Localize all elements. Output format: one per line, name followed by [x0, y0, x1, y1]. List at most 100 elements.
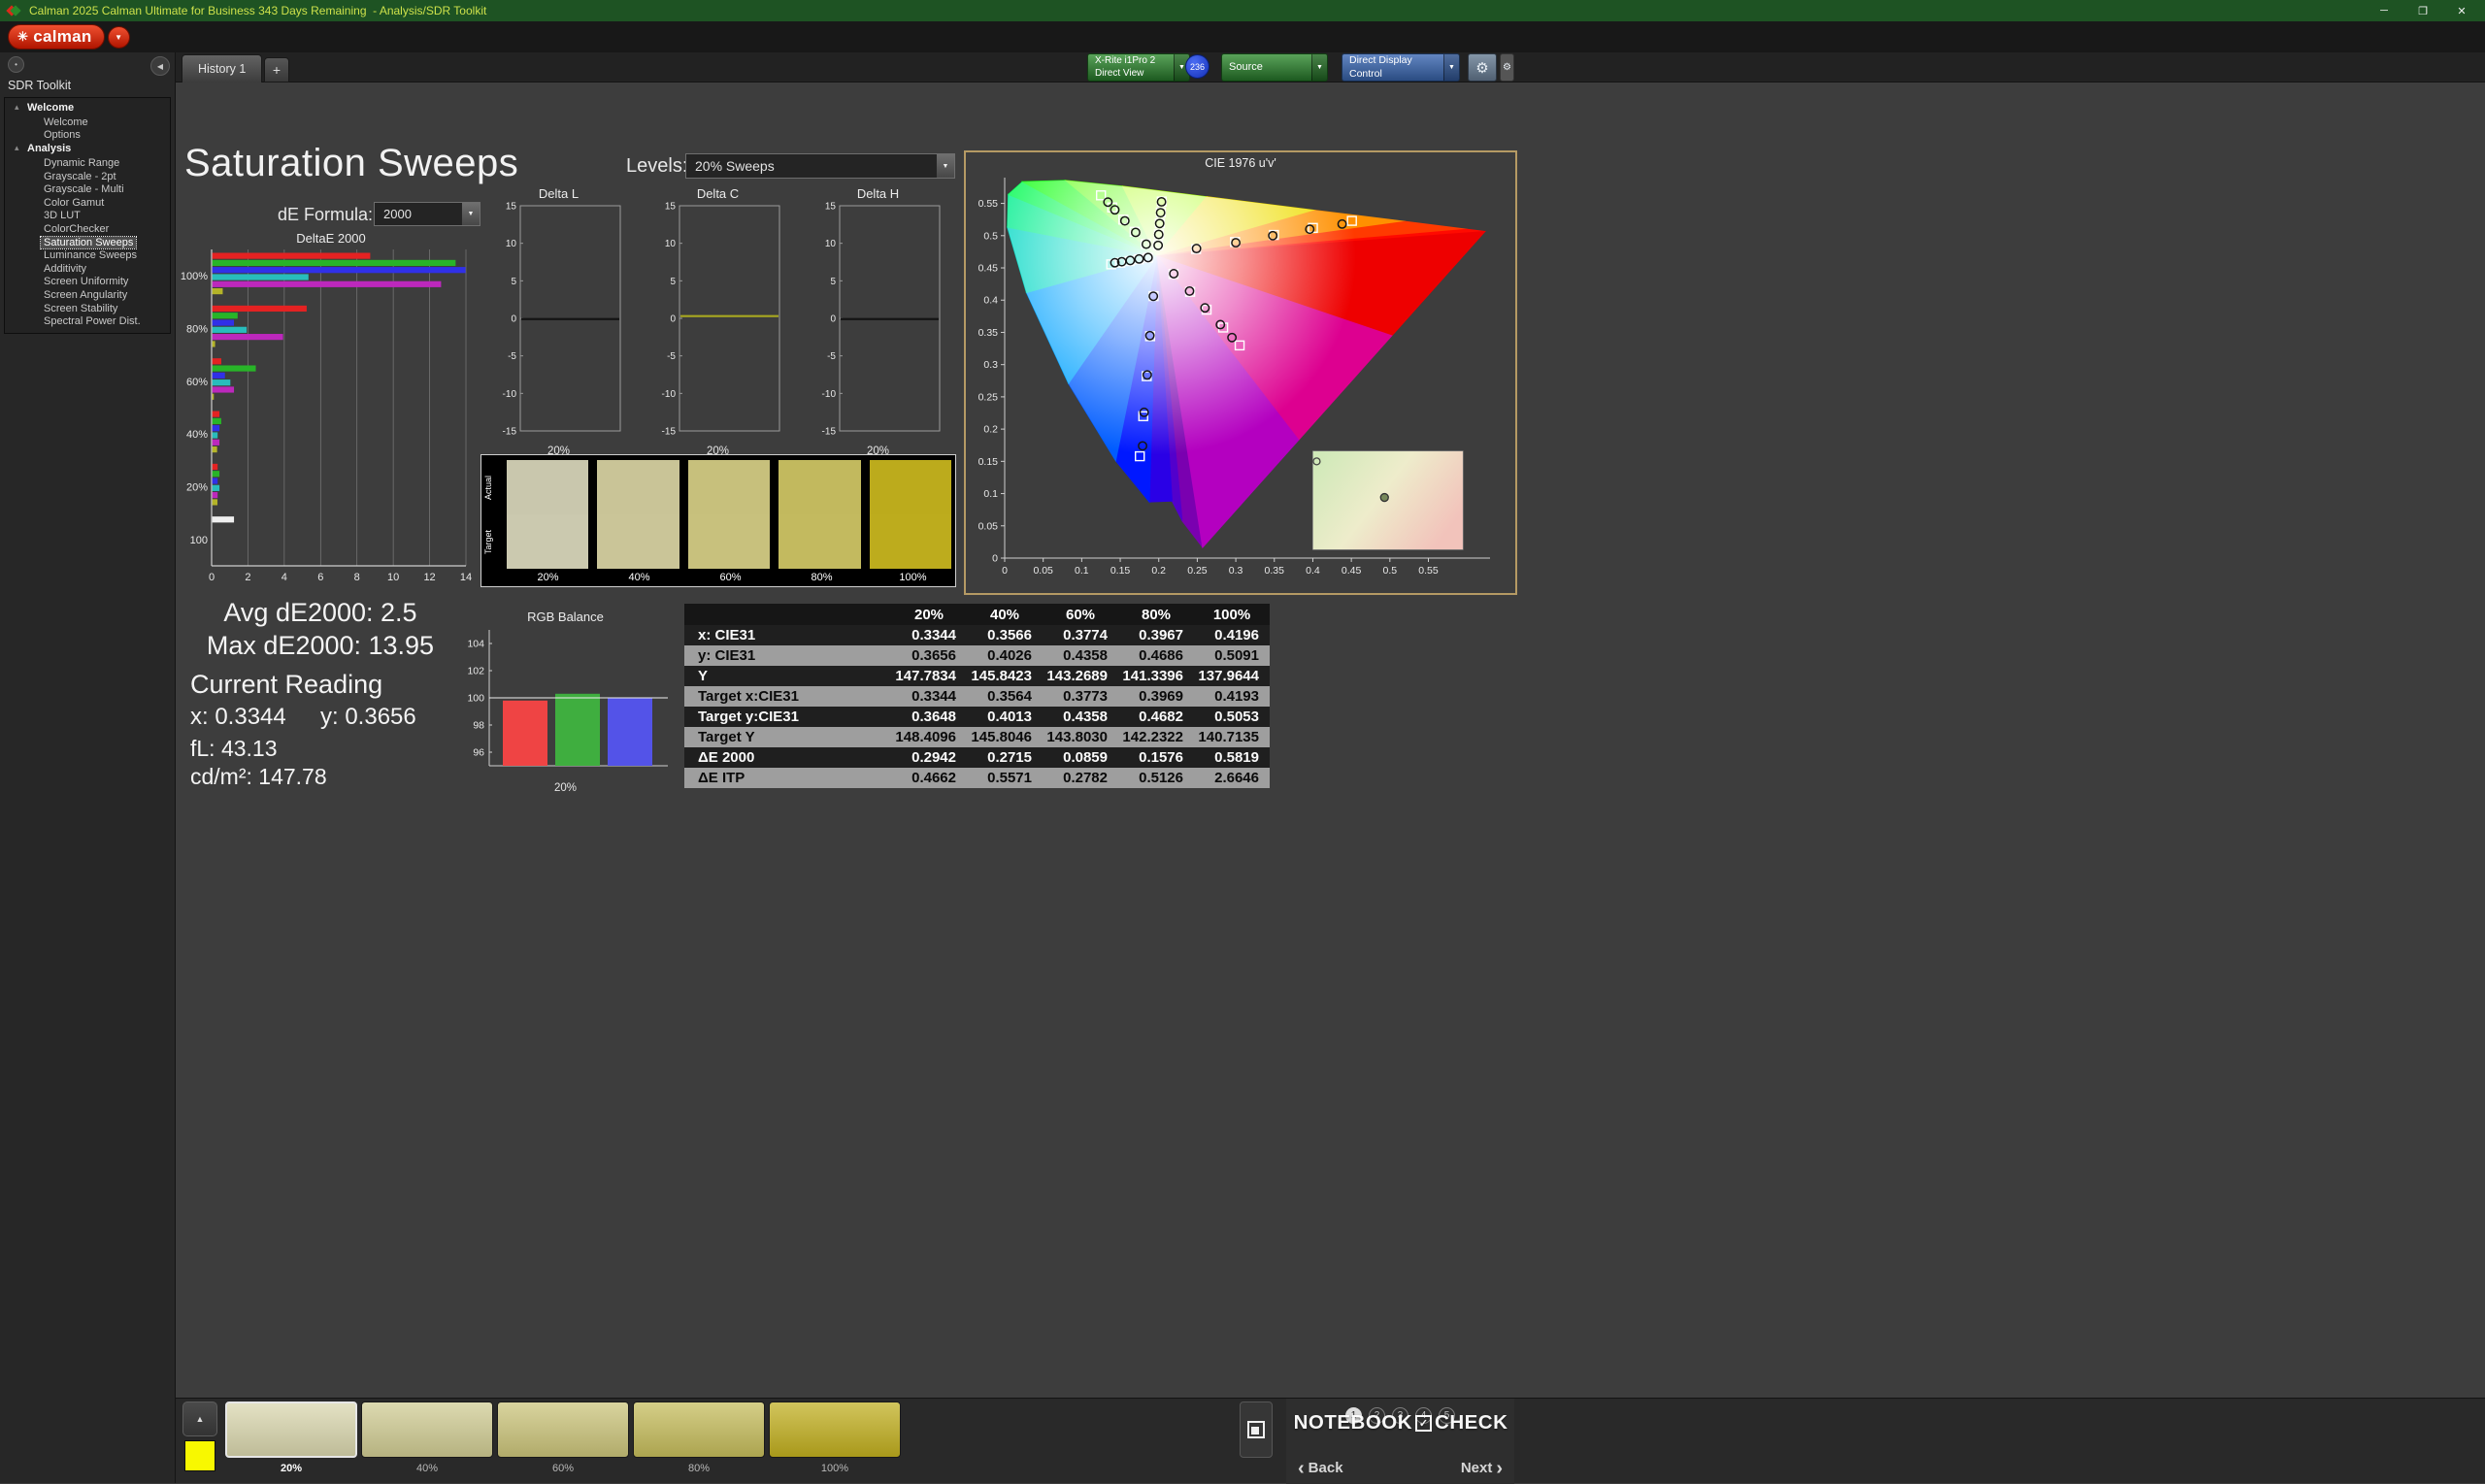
sidebar-item-grayscale-multi[interactable]: Grayscale - Multi [5, 182, 170, 196]
de-formula-select[interactable]: 2000 ▼ [374, 202, 480, 226]
avg-de2000: Avg dE2000: 2.5 [184, 598, 456, 628]
sweep-swatch-label: 40% [361, 1463, 493, 1474]
sidebar-item-3d-lut[interactable]: 3D LUT [5, 210, 170, 223]
tab-history-1[interactable]: History 1 [182, 54, 262, 82]
patch-level-labels: 20%40%60%80%100% [481, 572, 955, 583]
cie-chart-panel: CIE 1976 u'v' 000.050.050.10.10.150.150.… [964, 150, 1517, 595]
panel-menu-button[interactable]: • [8, 56, 24, 73]
table-cell: 0.2715 [967, 747, 1043, 768]
chevron-down-icon: ▼ [1311, 54, 1327, 81]
de-formula-label: dE Formula: [278, 205, 373, 225]
page-dot-2[interactable]: 2 [1369, 1407, 1385, 1424]
svg-text:0.35: 0.35 [1265, 565, 1285, 577]
calman-logo[interactable]: ✳ calman ▼ [8, 24, 130, 49]
svg-text:10: 10 [506, 239, 517, 249]
meter-dropdown[interactable]: X-Rite i1Pro 2 Direct View ▼ [1087, 53, 1190, 82]
layout-square-icon [1247, 1421, 1265, 1438]
minimize-button[interactable]: ─ [2365, 0, 2403, 21]
sweep-swatch-20[interactable] [225, 1402, 357, 1458]
reading-fl: fL: 43.13 [190, 736, 278, 762]
meter-label: X-Rite i1Pro 2 Direct View [1088, 55, 1174, 80]
actual-patch-swatch [688, 460, 770, 514]
page-dot-5[interactable]: 5 [1439, 1407, 1455, 1424]
table-cell: 0.2942 [891, 747, 967, 768]
svg-text:0.25: 0.25 [978, 391, 999, 403]
page-dot-1[interactable]: 1 [1345, 1407, 1362, 1424]
settings-gear-button[interactable]: ⚙ [1468, 53, 1497, 82]
table-cell: 0.2782 [1043, 768, 1118, 788]
display-control-dropdown[interactable]: Direct Display Control ▼ [1342, 53, 1460, 82]
max-de2000: Max dE2000: 13.95 [184, 631, 456, 661]
svg-text:0.55: 0.55 [978, 198, 999, 210]
table-cell: 0.3564 [967, 686, 1043, 707]
sidebar-item-colorchecker[interactable]: ColorChecker [5, 222, 170, 236]
patch-row-labels: ActualTarget [483, 460, 498, 569]
svg-text:40%: 40% [186, 429, 208, 441]
layout-toggle-button[interactable] [1240, 1402, 1273, 1458]
svg-text:5: 5 [670, 277, 676, 287]
sidebar-item-screen-uniformity[interactable]: Screen Uniformity [5, 276, 170, 289]
sidebar-item-options[interactable]: Options [5, 129, 170, 143]
sidebar-item-screen-stability[interactable]: Screen Stability [5, 302, 170, 315]
tree-group-welcome[interactable]: ▴Welcome [5, 101, 170, 115]
delta-c-title: Delta C [652, 186, 783, 201]
table-col-header: 80% [1118, 604, 1194, 625]
target-patch-swatch [507, 514, 588, 569]
rgb-chart-svg: 1041021009896 [456, 624, 675, 775]
maximize-button[interactable]: ❐ [2403, 0, 2442, 21]
page-dot-4[interactable]: 4 [1415, 1407, 1432, 1424]
svg-text:15: 15 [665, 202, 677, 213]
sidebar-item-luminance-sweeps[interactable]: Luminance Sweeps [5, 248, 170, 262]
sidebar-item-dynamic-range[interactable]: Dynamic Range [5, 156, 170, 170]
sweep-swatch-40[interactable] [361, 1402, 493, 1458]
bottom-bar: ▲ 12345 ‹ Back Next › NOTEBOOK ✓ CHECK 2… [176, 1398, 2485, 1483]
patch-comparison-panel: ActualTarget 20%40%60%80%100% [480, 454, 956, 587]
svg-text:0.25: 0.25 [1187, 565, 1208, 577]
sidebar-item-color-gamut[interactable]: Color Gamut [5, 196, 170, 210]
settings-gear-small-button[interactable]: ⚙ [1500, 53, 1514, 82]
sidebar-item-additivity[interactable]: Additivity [5, 262, 170, 276]
tree-group-label: Analysis [27, 143, 71, 154]
svg-text:-10: -10 [662, 389, 677, 400]
svg-text:0: 0 [830, 314, 836, 325]
table-cell: 0.3969 [1118, 686, 1194, 707]
back-button[interactable]: ‹ Back [1298, 1460, 1343, 1476]
sweep-swatch-80[interactable] [633, 1402, 765, 1458]
sidebar-item-spectral-power-dist[interactable]: Spectral Power Dist. [5, 314, 170, 328]
svg-text:0.5: 0.5 [983, 230, 998, 242]
patch-level-label: 80% [780, 572, 863, 583]
tree-group-analysis[interactable]: ▴Analysis [5, 142, 170, 156]
svg-text:98: 98 [473, 720, 484, 732]
table-row-label: Target Y [684, 727, 891, 747]
source-dropdown[interactable]: Source ▼ [1221, 53, 1328, 82]
sweep-swatch-60[interactable] [497, 1402, 629, 1458]
svg-text:60%: 60% [186, 377, 208, 388]
meter-count-badge: 236 [1185, 54, 1209, 79]
sidebar-item-screen-angularity[interactable]: Screen Angularity [5, 288, 170, 302]
sweep-swatch-label: 20% [225, 1463, 357, 1474]
table-cell: 0.3344 [891, 625, 967, 645]
svg-text:15: 15 [825, 202, 837, 213]
delta-h-title: Delta H [812, 186, 944, 201]
patch-popup-button[interactable]: ▲ [182, 1402, 217, 1436]
next-button[interactable]: Next › [1461, 1460, 1503, 1476]
close-button[interactable]: ✕ [2442, 0, 2481, 21]
sidebar-item-label: Welcome [41, 116, 91, 128]
sidebar-item-saturation-sweeps[interactable]: Saturation Sweeps [5, 236, 170, 249]
svg-text:10: 10 [825, 239, 837, 249]
deltae-chart-svg: 02468101214100%80%60%40%20%100 [181, 246, 481, 587]
add-tab-button[interactable]: + [264, 57, 289, 82]
tab-row: History 1 + [176, 52, 2485, 82]
sidebar-item-label: Screen Stability [41, 303, 120, 314]
levels-select[interactable]: 20% Sweeps ▼ [685, 153, 955, 179]
collapse-sidebar-button[interactable]: ◀ [150, 56, 170, 76]
page-dot-3[interactable]: 3 [1392, 1407, 1408, 1424]
calman-window: Calman 2025 Calman Ultimate for Business… [0, 0, 2485, 1483]
sweep-swatch-100[interactable] [769, 1402, 901, 1458]
results-table: 20%40%60%80%100%x: CIE310.33440.35660.37… [684, 604, 1270, 788]
sidebar-item-grayscale-2pt[interactable]: Grayscale - 2pt [5, 170, 170, 183]
svg-text:10: 10 [665, 239, 677, 249]
sidebar-item-welcome[interactable]: Welcome [5, 115, 170, 129]
patch-grid: ActualTarget [481, 455, 955, 569]
logo-menu-button[interactable]: ▼ [108, 26, 130, 49]
